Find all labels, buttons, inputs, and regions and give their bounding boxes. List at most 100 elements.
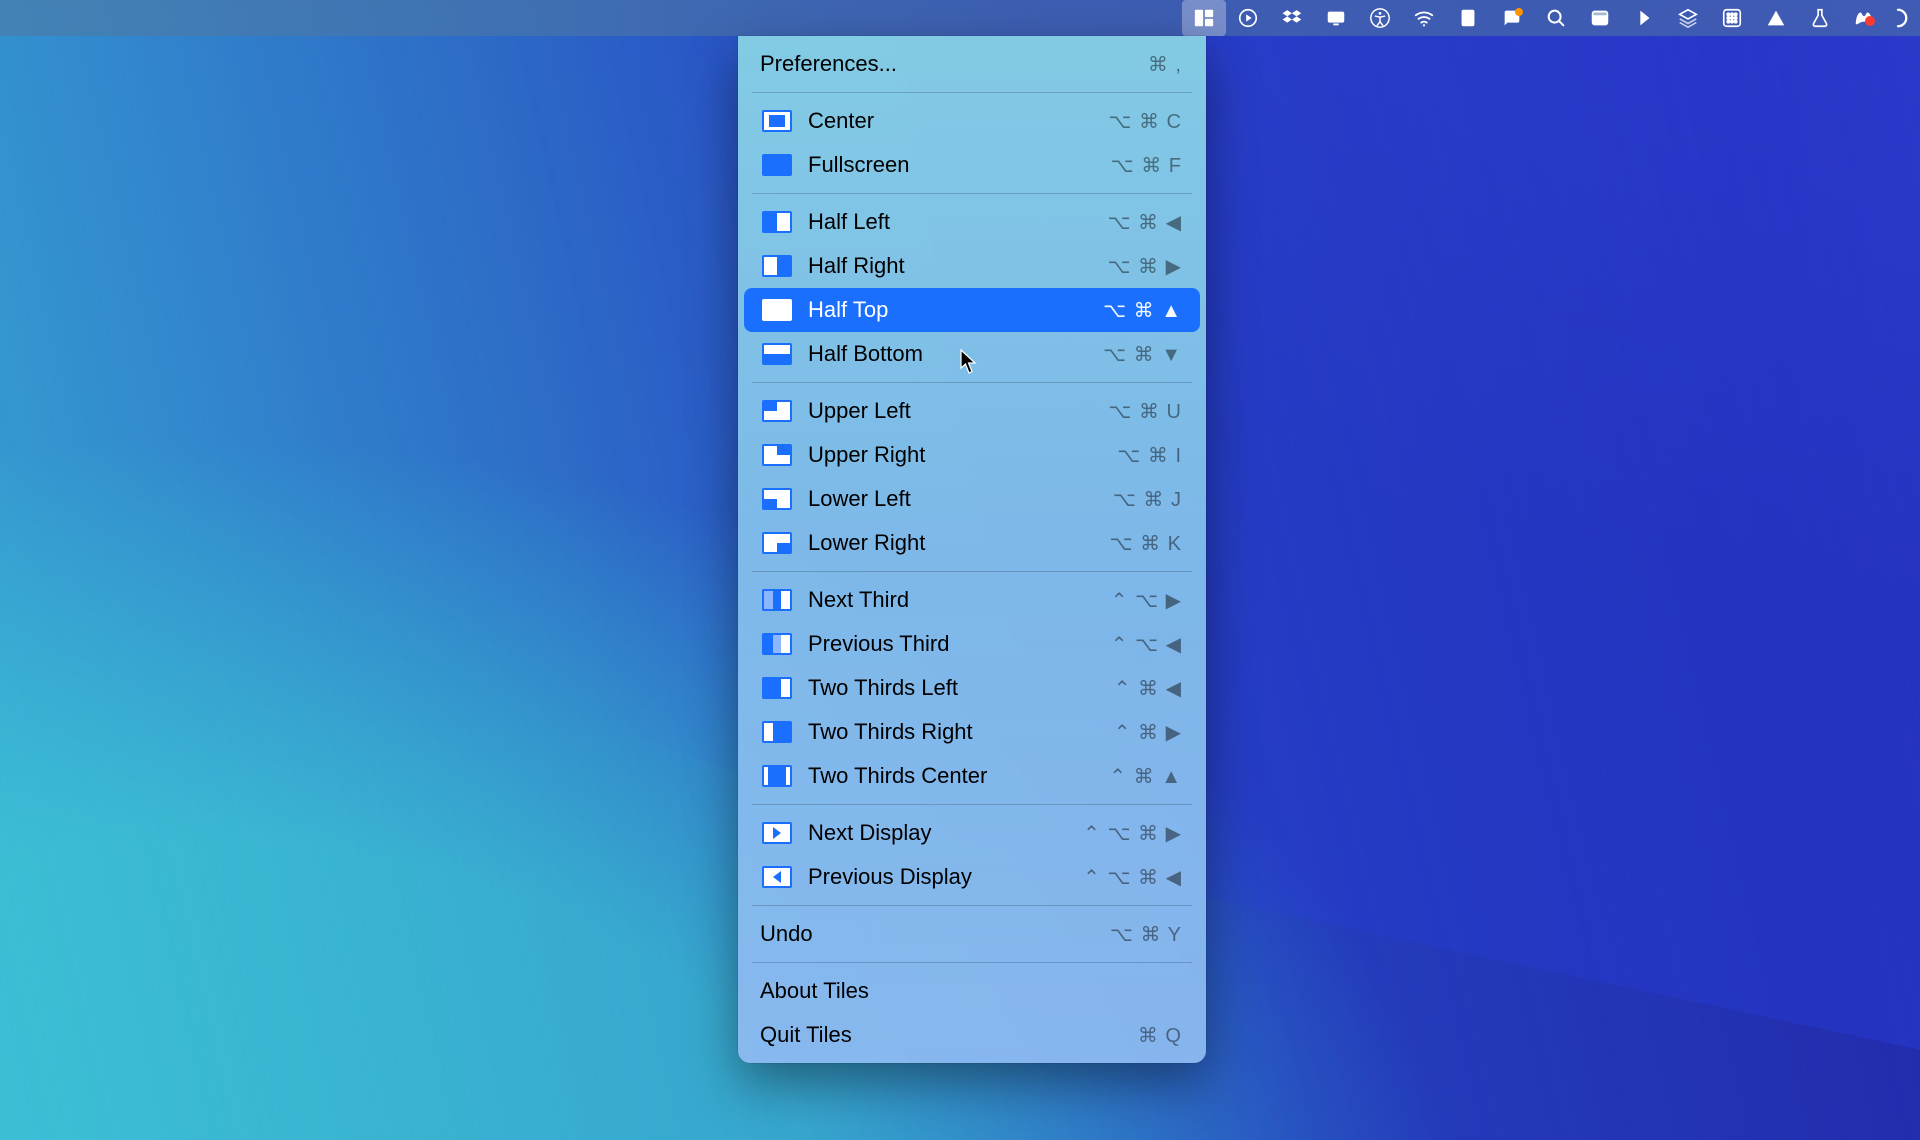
menu-separator	[752, 193, 1192, 194]
menu-two-thirds-right[interactable]: Two Thirds Right ⌃ ⌘ ▶	[738, 710, 1206, 754]
menu-next-display[interactable]: Next Display ⌃ ⌥ ⌘ ▶	[738, 811, 1206, 855]
tiles-menubar-icon[interactable]	[1182, 0, 1226, 36]
menu-label: Half Top	[808, 297, 1089, 323]
menu-separator	[752, 571, 1192, 572]
menu-two-thirds-left[interactable]: Two Thirds Left ⌃ ⌘ ◀	[738, 666, 1206, 710]
menu-about[interactable]: About Tiles	[738, 969, 1206, 1013]
partial-circle-icon[interactable]	[1886, 0, 1910, 36]
menu-half-bottom[interactable]: Half Bottom ⌥ ⌘ ▼	[738, 332, 1206, 376]
menu-previous-display[interactable]: Previous Display ⌃ ⌥ ⌘ ◀	[738, 855, 1206, 899]
menu-lower-left[interactable]: Lower Left ⌥ ⌘ J	[738, 477, 1206, 521]
tile-lower-right-icon	[760, 530, 794, 556]
tile-half-right-icon	[760, 253, 794, 279]
layers-icon[interactable]	[1666, 0, 1710, 36]
menu-shortcut: ⌥ ⌘ ▼	[1103, 342, 1182, 367]
menu-shortcut: ⌘ ,	[1148, 52, 1182, 77]
wifi-icon[interactable]	[1402, 0, 1446, 36]
menu-label: Upper Right	[808, 442, 1103, 468]
tile-two-thirds-left-icon	[760, 675, 794, 701]
menu-upper-right[interactable]: Upper Right ⌥ ⌘ I	[738, 433, 1206, 477]
menu-separator	[752, 92, 1192, 93]
tile-next-third-icon	[760, 587, 794, 613]
menu-shortcut: ⌃ ⌥ ⌘ ▶	[1083, 821, 1182, 846]
notification-bell-icon[interactable]	[1490, 0, 1534, 36]
menu-shortcut: ⌃ ⌘ ▲	[1109, 764, 1182, 789]
dropbox-icon[interactable]	[1270, 0, 1314, 36]
tile-upper-right-icon	[760, 442, 794, 468]
mac-menubar	[0, 0, 1920, 36]
tile-prev-third-icon	[760, 631, 794, 657]
menu-label: Two Thirds Center	[808, 763, 1095, 789]
menu-label: Next Display	[808, 820, 1069, 846]
mail-icon[interactable]	[1578, 0, 1622, 36]
tile-center-icon	[760, 108, 794, 134]
menu-previous-third[interactable]: Previous Third ⌃ ⌥ ◀	[738, 622, 1206, 666]
menu-shortcut: ⌃ ⌘ ◀	[1114, 676, 1182, 701]
menu-separator	[752, 382, 1192, 383]
menu-quit[interactable]: Quit Tiles ⌘ Q	[738, 1013, 1206, 1057]
menu-label: Two Thirds Left	[808, 675, 1100, 701]
menu-label: Quit Tiles	[760, 1022, 1124, 1048]
menu-shortcut: ⌃ ⌥ ⌘ ◀	[1083, 865, 1182, 890]
tile-two-thirds-center-icon	[760, 763, 794, 789]
menu-label: Undo	[760, 921, 1096, 947]
triangle-icon[interactable]	[1754, 0, 1798, 36]
menu-label: Previous Third	[808, 631, 1097, 657]
tile-half-top-icon	[760, 297, 794, 323]
menu-label: Half Right	[808, 253, 1093, 279]
prev-display-icon	[760, 864, 794, 890]
menu-shortcut: ⌥ ⌘ U	[1108, 399, 1182, 424]
menu-undo[interactable]: Undo ⌥ ⌘ Y	[738, 912, 1206, 956]
play-circle-icon[interactable]	[1226, 0, 1270, 36]
menu-label: Fullscreen	[808, 152, 1097, 178]
menu-half-left[interactable]: Half Left ⌥ ⌘ ◀	[738, 200, 1206, 244]
tile-lower-left-icon	[760, 486, 794, 512]
menu-fullscreen[interactable]: Fullscreen ⌥ ⌘ F	[738, 143, 1206, 187]
menu-label: Half Bottom	[808, 341, 1089, 367]
menu-two-thirds-center[interactable]: Two Thirds Center ⌃ ⌘ ▲	[738, 754, 1206, 798]
flask-icon[interactable]	[1798, 0, 1842, 36]
tile-fullscreen-icon	[760, 152, 794, 178]
menu-shortcut: ⌥ ⌘ C	[1108, 109, 1182, 134]
grid-icon[interactable]	[1710, 0, 1754, 36]
menu-center[interactable]: Center ⌥ ⌘ C	[738, 99, 1206, 143]
menu-shortcut: ⌃ ⌥ ◀	[1111, 632, 1182, 657]
menu-half-top[interactable]: Half Top ⌥ ⌘ ▲	[744, 288, 1200, 332]
menu-upper-left[interactable]: Upper Left ⌥ ⌘ U	[738, 389, 1206, 433]
menu-label: Upper Left	[808, 398, 1094, 424]
menu-label: Lower Left	[808, 486, 1099, 512]
menu-label: Two Thirds Right	[808, 719, 1100, 745]
menu-shortcut: ⌥ ⌘ J	[1113, 487, 1182, 512]
menu-half-right[interactable]: Half Right ⌥ ⌘ ▶	[738, 244, 1206, 288]
menu-separator	[752, 905, 1192, 906]
chevron-right-icon[interactable]	[1622, 0, 1666, 36]
menu-shortcut: ⌥ ⌘ F	[1111, 153, 1182, 178]
menu-lower-right[interactable]: Lower Right ⌥ ⌘ K	[738, 521, 1206, 565]
menu-separator	[752, 962, 1192, 963]
menu-shortcut: ⌥ ⌘ ▲	[1103, 298, 1182, 323]
display-icon[interactable]	[1314, 0, 1358, 36]
menu-label: Center	[808, 108, 1094, 134]
menu-shortcut: ⌥ ⌘ Y	[1110, 922, 1182, 947]
search-icon[interactable]	[1534, 0, 1578, 36]
menu-shortcut: ⌥ ⌘ I	[1117, 443, 1182, 468]
menu-shortcut: ⌘ Q	[1138, 1023, 1182, 1048]
menu-shortcut: ⌥ ⌘ ◀	[1107, 210, 1182, 235]
tiles-dropdown-menu: Preferences... ⌘ , Center ⌥ ⌘ C Fullscre…	[738, 36, 1206, 1063]
menu-label: About Tiles	[760, 978, 1168, 1004]
menu-shortcut: ⌥ ⌘ K	[1110, 531, 1183, 556]
tile-half-left-icon	[760, 209, 794, 235]
menu-shortcut: ⌃ ⌥ ▶	[1111, 588, 1182, 613]
menu-next-third[interactable]: Next Third ⌃ ⌥ ▶	[738, 578, 1206, 622]
tile-two-thirds-right-icon	[760, 719, 794, 745]
menu-preferences[interactable]: Preferences... ⌘ ,	[738, 42, 1206, 86]
menu-label: Previous Display	[808, 864, 1069, 890]
document-icon[interactable]	[1446, 0, 1490, 36]
malwarebytes-icon[interactable]	[1842, 0, 1886, 36]
menu-label: Preferences...	[760, 51, 1134, 77]
menu-shortcut: ⌃ ⌘ ▶	[1114, 720, 1182, 745]
tile-upper-left-icon	[760, 398, 794, 424]
menu-shortcut: ⌥ ⌘ ▶	[1107, 254, 1182, 279]
accessibility-icon[interactable]	[1358, 0, 1402, 36]
menu-label: Lower Right	[808, 530, 1096, 556]
